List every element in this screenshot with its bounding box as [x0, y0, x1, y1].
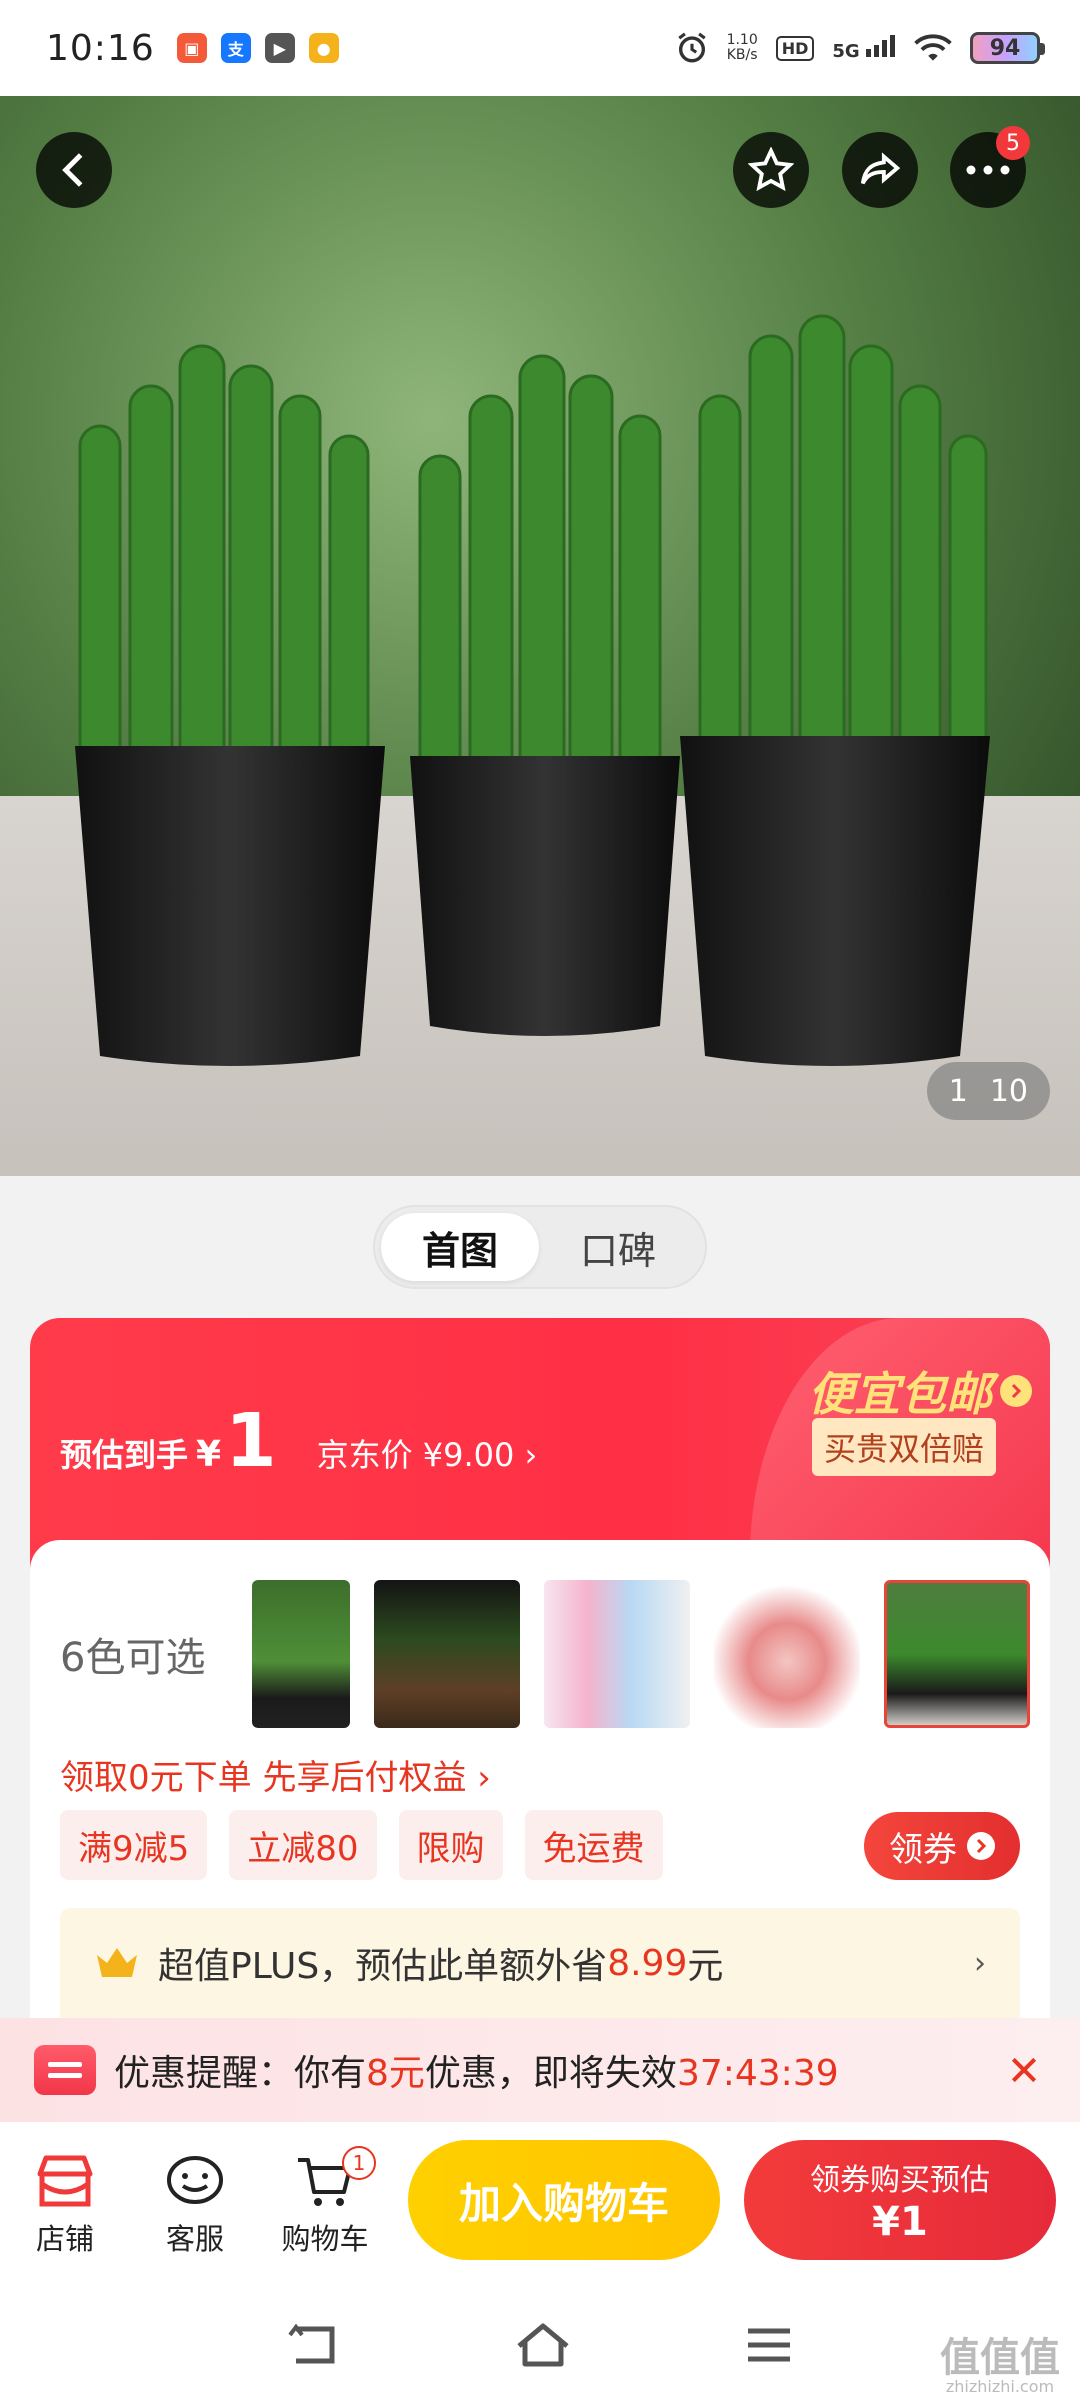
menu-nav-icon[interactable]	[744, 2325, 794, 2365]
system-navigation-bar	[0, 2290, 1080, 2400]
store-button[interactable]: 店铺	[0, 2154, 130, 2258]
close-reminder-button[interactable]	[1002, 2048, 1046, 2092]
customer-service-button[interactable]: 客服	[130, 2154, 260, 2258]
tab-main-image[interactable]: 首图	[381, 1213, 539, 1281]
product-detail-screen: 10:16 ▣ 支 ▶ ● 1.10 KB/s HD 5G 94 5 1 10 …	[0, 0, 1080, 2400]
counter-current: 1	[948, 1073, 968, 1109]
estimated-price: 预估到手 ¥ 1 京东价 ¥9.00 ›	[60, 1398, 537, 1484]
discount-reminder-bar[interactable]: 优惠提醒：你有8元优惠，即将失效37:43:39	[0, 2018, 1080, 2122]
hd-indicator: HD	[775, 35, 815, 61]
alipay-icon: 支	[220, 33, 251, 63]
bottom-action-bar: 店铺 客服 1 购物车 加入购物车 领券购买预估 ¥1	[0, 2122, 1080, 2290]
status-indicators: 1.10 KB/s HD 5G 94	[675, 31, 1045, 65]
share-button[interactable]	[842, 132, 918, 208]
more-badge: 5	[996, 126, 1030, 160]
image-tab-switcher: 首图 口碑	[373, 1205, 707, 1289]
video-app-icon: ▶	[264, 33, 295, 63]
more-dots-icon	[966, 165, 1010, 175]
signal-5g-indicator: 5G	[832, 34, 896, 62]
variant-thumb-succulents[interactable]	[714, 1580, 860, 1728]
plus-savings-bar[interactable]: 超值PLUS，预估此单额外省 8.99 元 ›	[60, 1908, 1020, 2018]
product-image-carousel[interactable]: 5 1 10	[0, 96, 1080, 1176]
chip-instant-off[interactable]: 立减80	[229, 1810, 377, 1880]
buy-with-coupon-button[interactable]: 领券购买预估 ¥1	[744, 2140, 1056, 2260]
alarm-icon	[677, 32, 706, 63]
product-info-card: 6色可选 领取0元下单 先享后付权益 › 满9减5 立减80 限购 免运费 领券…	[30, 1540, 1050, 2020]
jd-price-link[interactable]: 京东价 ¥9.00 ›	[317, 1430, 538, 1476]
store-icon	[37, 2155, 93, 2207]
app-notification-icon: ▣	[176, 33, 207, 63]
star-icon	[748, 147, 794, 192]
chevron-right-icon: ›	[974, 1945, 986, 1981]
reminder-icon	[34, 2045, 96, 2095]
variant-thumb-asparagus-fern[interactable]	[374, 1580, 520, 1728]
chip-discount[interactable]: 满9减5	[60, 1810, 208, 1880]
favorite-button[interactable]	[733, 132, 809, 208]
crown-icon	[97, 1948, 137, 1977]
price-amount: 1	[225, 1398, 277, 1484]
close-icon	[1011, 2057, 1037, 2083]
status-time: 10:16	[46, 27, 155, 69]
price-label: 预估到手	[60, 1436, 189, 1474]
back-nav-icon[interactable]	[286, 2323, 342, 2367]
chevron-left-icon	[62, 153, 83, 187]
reminder-text: 优惠提醒：你有8元优惠，即将失效37:43:39	[114, 2053, 839, 2094]
counter-total: 10	[989, 1073, 1028, 1109]
home-nav-icon[interactable]	[513, 2322, 573, 2368]
price-guarantee-tag: 买贵双倍赔	[811, 1418, 996, 1476]
variant-selector: 6色可选	[60, 1580, 1054, 1728]
wifi-icon	[914, 34, 952, 61]
game-app-icon: ●	[308, 33, 339, 63]
cart-button[interactable]: 1 购物车	[260, 2146, 390, 2258]
cheap-free-shipping-link[interactable]: 便宜包邮	[808, 1358, 1032, 1424]
variant-thumb-cactus[interactable]	[252, 1580, 350, 1728]
signal-bars-icon	[866, 34, 895, 57]
variant-thumb-cactus-selected[interactable]	[884, 1580, 1030, 1728]
watermark-logo: 值值值 zhizhizhi.com	[940, 2335, 1060, 2396]
chip-free-shipping[interactable]: 免运费	[524, 1810, 663, 1880]
back-button[interactable]	[36, 132, 112, 208]
countdown-timer: 37:43:39	[676, 2053, 839, 2094]
get-coupon-button[interactable]: 领券	[864, 1812, 1020, 1880]
variants-count-label[interactable]: 6色可选	[60, 1625, 252, 1683]
status-bar: 10:16 ▣ 支 ▶ ● 1.10 KB/s HD 5G 94	[0, 0, 1080, 96]
chat-smile-icon	[167, 2156, 223, 2204]
image-counter: 1 10	[926, 1062, 1050, 1120]
share-icon	[860, 152, 901, 185]
promo-chips: 满9减5 立减80 限购 免运费	[60, 1810, 663, 1880]
chevron-right-icon	[1000, 1375, 1032, 1407]
variant-thumb-spray-bottles[interactable]	[544, 1580, 690, 1728]
chip-limited[interactable]: 限购	[398, 1810, 503, 1880]
pay-later-promo-link[interactable]: 领取0元下单 先享后付权益 ›	[60, 1750, 491, 1799]
chevron-right-icon	[967, 1832, 995, 1860]
battery-indicator: 94	[970, 32, 1045, 64]
more-button[interactable]: 5	[950, 126, 1030, 208]
product-photo	[0, 96, 1080, 1176]
add-to-cart-button[interactable]: 加入购物车	[408, 2140, 720, 2260]
network-speed: 1.10 KB/s	[726, 32, 758, 63]
cart-count-badge: 1	[342, 2146, 376, 2180]
price-currency: ¥	[196, 1434, 222, 1475]
tab-reviews[interactable]: 口碑	[539, 1213, 697, 1281]
